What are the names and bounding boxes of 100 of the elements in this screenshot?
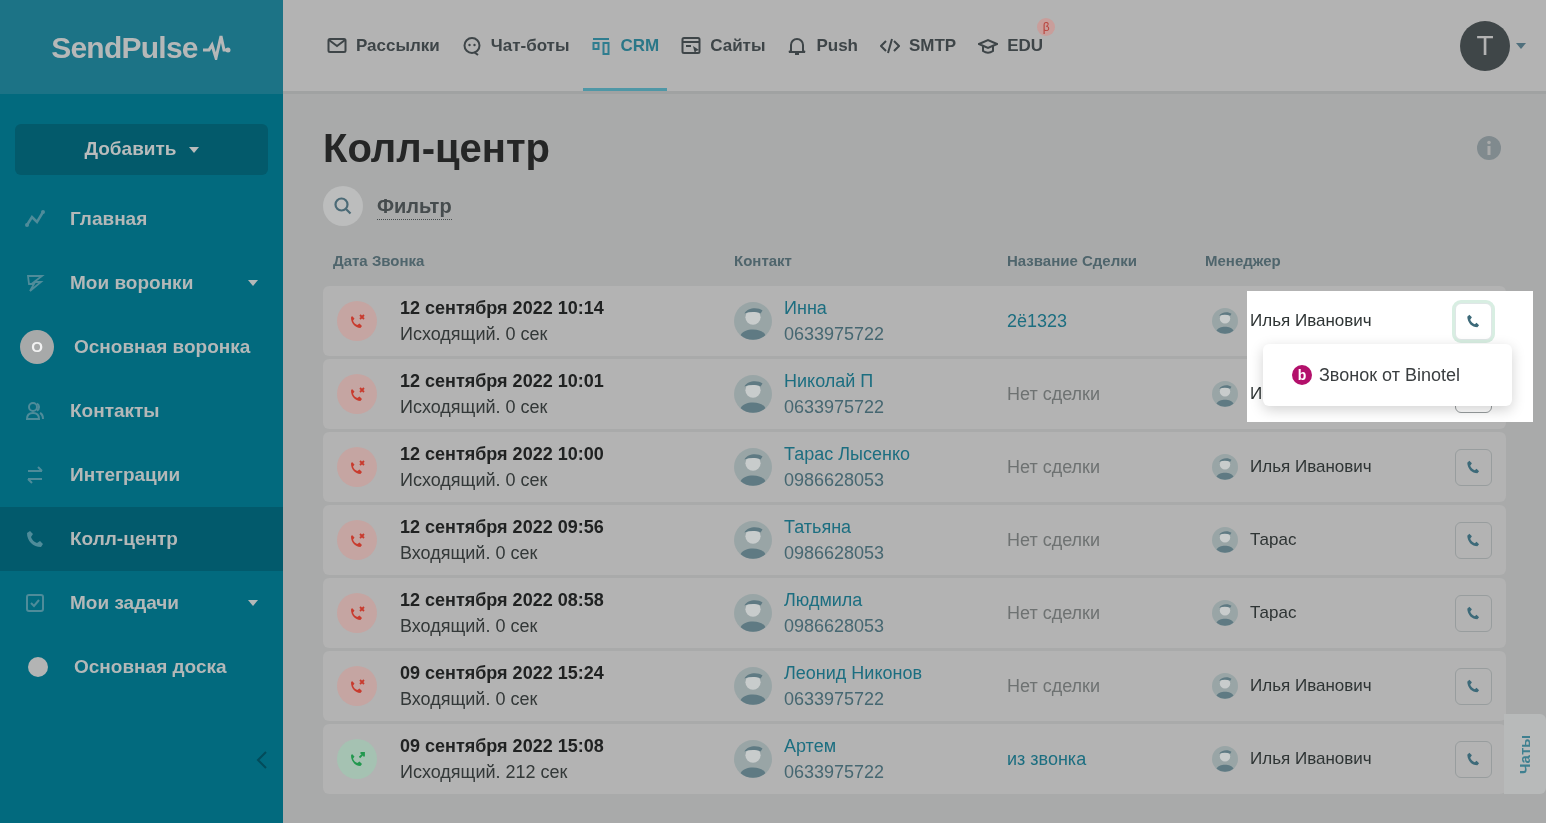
sidebar-item[interactable]: Мои воронки [0,251,283,315]
phone-number: 0633975722 [784,688,886,711]
call-date: 12 сентября 2022 10:14 [400,297,604,320]
arrows-icon [25,465,45,485]
phone-number: 0986628053 [784,542,885,565]
avatar-icon [1212,746,1238,772]
column-header: Менеджер [1205,252,1281,269]
avatar-icon [734,521,772,559]
phone-icon [25,529,45,549]
nav-tab[interactable]: SMTP [872,30,965,61]
phone-number: 0986628053 [784,469,886,492]
contact-link[interactable]: Артем [784,733,885,759]
contact-link[interactable]: Татьяна [784,514,885,540]
call-button[interactable] [1455,448,1492,486]
chats-tab[interactable]: Чаты [1504,714,1546,794]
menu-item[interactable]: b Звонок от Binotel [1292,361,1483,389]
phone-icon [1465,313,1482,329]
avatar-icon [1212,673,1238,699]
avatar-icon [1212,600,1238,626]
checkbox-icon [25,593,45,613]
phone-icon [1465,532,1482,548]
sidebar-item[interactable]: Главная [0,187,283,251]
avatar-icon [734,448,772,486]
nav-tab[interactable]: Чат-боты [453,30,578,61]
manager-name: Тарас [1250,529,1297,552]
call-info: Входящий. 0 сек [400,615,539,638]
caret-icon[interactable] [1516,42,1526,49]
sidebar-item[interactable]: О Основная воронка [0,315,283,379]
phone-number: 0986628053 [784,615,885,638]
menu-item-label: Звонок от Binotel [1319,363,1460,387]
outgoing-call-icon [337,739,377,779]
manager-name: Илья Иванович [1250,675,1372,698]
call-button[interactable] [1455,740,1492,778]
contact-link[interactable]: Тарас Лысенко [784,441,910,467]
nav-tab[interactable]: Сайты [673,30,774,61]
nav-tab[interactable]: CRM [583,0,668,91]
missed-call-icon [337,520,377,560]
sidebar-item[interactable]: Контакты [0,379,283,443]
filter-link[interactable]: Фильтр [377,192,452,220]
avatar-icon [734,302,772,340]
user-avatar[interactable]: T [1460,20,1510,71]
call-date: 12 сентября 2022 10:01 [400,370,604,393]
contact-link[interactable]: Людмила [784,587,885,613]
contact-link[interactable]: Леонид Никонов [784,660,922,686]
contact-link[interactable]: Инна [784,295,885,321]
letter-avatar: О [20,330,54,364]
search-icon [334,197,352,215]
add-button[interactable]: Добавить [15,124,268,175]
avatar-icon [734,375,772,413]
bell-icon [787,35,808,56]
phone-number: 0633975722 [784,323,885,346]
phone-icon [1465,678,1482,694]
contacts-icon [25,401,45,421]
deal-text: Нет сделки [1007,602,1100,623]
pulse-icon [201,34,232,60]
call-button[interactable] [1455,521,1492,559]
avatar-icon [1212,527,1238,553]
sidebar-item[interactable]: Основная доска [0,635,283,699]
missed-call-icon [337,447,377,487]
manager-name: И [1250,383,1263,406]
avatar-icon [1212,308,1238,334]
call-info: Исходящий. 0 сек [400,396,549,419]
table-row[interactable]: 12 сентября 2022 08:58 Входящий. 0 сек Людмила 0986628053 Нет сделки Тарас [323,578,1506,648]
sidebar-item[interactable]: Мои задачи [0,571,283,635]
deal-text: Нет сделки [1007,383,1100,404]
sidebar-item[interactable]: Колл-центр [0,507,283,571]
caret-icon[interactable] [248,280,258,286]
sidebar-item[interactable]: Интеграции [0,443,283,507]
phone-icon [1465,605,1482,621]
nav-tab[interactable]: Push [779,30,866,61]
call-button[interactable] [1455,667,1492,705]
contact-link[interactable]: Николай П [784,368,885,394]
provider-badge: b [1292,365,1312,385]
call-date: 12 сентября 2022 09:56 [400,516,604,539]
avatar-icon [1212,454,1238,480]
caret-icon[interactable] [248,600,258,606]
deal-link[interactable]: 2ё1323 [1007,310,1068,331]
deal-text: Нет сделки [1007,529,1100,550]
call-date: 12 сентября 2022 10:00 [400,443,604,466]
page-title: Колл-центр [323,125,550,172]
manager-name: Илья Иванович [1250,748,1372,771]
manager-name: Илья Иванович [1250,310,1372,333]
table-row[interactable]: 12 сентября 2022 09:56 Входящий. 0 сек Татьяна 0986628053 Нет сделки Тарас [323,505,1506,575]
collapse-icon[interactable] [256,750,268,770]
deal-text: Нет сделки [1007,675,1100,696]
table-row[interactable]: 09 сентября 2022 15:24 Входящий. 0 сек Леонид Никонов 0633975722 Нет сделки Илья Иванович [323,651,1506,721]
table-row[interactable]: 09 сентября 2022 15:08 Исходящий. 212 сек Артем 0633975722 из звонка Илья Иванович [323,724,1506,794]
search-button[interactable] [323,186,363,226]
info-icon[interactable] [1476,135,1502,161]
deal-link[interactable]: из звонка [1007,748,1087,769]
columns-icon [591,35,612,56]
missed-call-icon [337,666,377,706]
beta-badge: β [1037,18,1056,36]
avatar-icon [734,667,772,705]
call-button[interactable] [1455,594,1492,632]
column-header: Дата Звонка [333,252,425,269]
avatar-icon [734,594,772,632]
column-header: Название Сделки [1007,252,1137,269]
table-row[interactable]: 12 сентября 2022 10:00 Исходящий. 0 сек Тарас Лысенко 0986628053 Нет сделки Илья Иванович [323,432,1506,502]
nav-tab[interactable]: Рассылки [319,30,448,61]
